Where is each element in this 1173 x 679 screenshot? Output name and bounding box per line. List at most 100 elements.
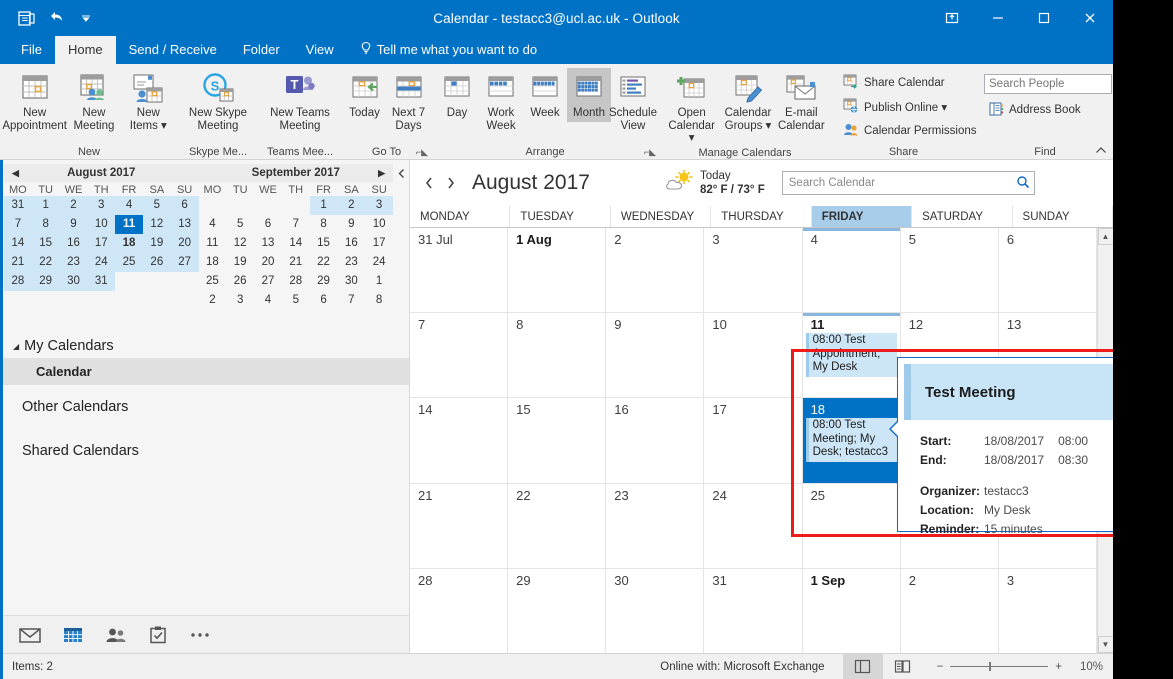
calendar-day-cell[interactable]: 10 [704, 313, 803, 398]
calendar-day-cell[interactable]: 21 [410, 483, 509, 568]
chevron-down-icon[interactable] [72, 5, 100, 31]
mini-calendar-day[interactable]: 5 [142, 196, 171, 215]
mini-calendar-day[interactable]: 20 [254, 253, 282, 272]
zoom-control[interactable]: − + 10% [923, 661, 1113, 673]
mini-calendar-day[interactable]: 8 [365, 291, 393, 310]
calendar-day-cell[interactable]: 28 [410, 568, 509, 654]
calendar-day-cell[interactable]: 22 [508, 483, 607, 568]
mini-calendar-day[interactable]: 4 [254, 291, 282, 310]
mini-calendar-day[interactable]: 2 [199, 291, 227, 310]
mini-calendar-day[interactable]: 21 [282, 253, 310, 272]
mini-calendar-day[interactable]: 29 [310, 272, 338, 291]
mini-calendar-august-grid[interactable]: 31 1 2 3 4 5 6 7 8 9 10 11 12 13 14 15 16 17 18 19 20 21 22 23 2… [4, 196, 199, 310]
publish-online-button[interactable]: Publish Online ▾ [839, 96, 951, 118]
mini-calendar-day[interactable]: 26 [142, 253, 171, 272]
scroll-up-icon[interactable]: ▲ [1097, 228, 1113, 245]
calendar-day-cell[interactable]: 25 [802, 483, 901, 568]
calendar-day-cell[interactable]: 29 [508, 568, 607, 654]
calendar-day-cell[interactable]: 2 [900, 568, 999, 654]
mini-calendar-day[interactable]: 27 [254, 272, 282, 291]
my-calendars-group[interactable]: ◢ My Calendars [0, 334, 409, 358]
mini-calendar-day[interactable]: 11 [199, 234, 227, 253]
people-icon[interactable] [105, 627, 127, 643]
page-title[interactable]: August 2017 [472, 171, 590, 195]
scroll-down-icon[interactable]: ▼ [1097, 636, 1113, 653]
mini-calendar-day[interactable]: 7 [4, 215, 32, 234]
calendar-icon[interactable] [63, 626, 83, 644]
email-calendar-button[interactable]: E-mail Calendar [776, 68, 827, 134]
mini-calendar-day[interactable]: 10 [365, 215, 393, 234]
previous-arrow-icon[interactable] [418, 170, 440, 196]
new-skype-meeting-button[interactable]: S New Skype Meeting [182, 68, 254, 134]
mini-calendar-day[interactable]: 15 [310, 234, 338, 253]
mini-calendar-day[interactable]: 31 [87, 272, 116, 291]
calendar-day-cell[interactable]: 14 [410, 398, 509, 483]
mini-calendar-day[interactable]: 18 [115, 234, 143, 253]
tab-view[interactable]: View [293, 36, 347, 64]
calendar-day-cell[interactable]: 15 [508, 398, 607, 483]
address-book-button[interactable]: Address Book [984, 99, 1085, 121]
mini-calendar-day[interactable]: 4 [199, 215, 227, 234]
calendar-appointment[interactable]: 08:00 Test Meeting; My Desk; testacc3 [805, 418, 897, 462]
mini-calendar-day[interactable]: 16 [337, 234, 365, 253]
calendar-day-cell[interactable]: 8 [508, 313, 607, 398]
mini-calendar-day[interactable]: 19 [226, 253, 254, 272]
mini-calendar-day[interactable]: 3 [87, 196, 116, 215]
tasks-icon[interactable] [149, 626, 167, 644]
schedule-view-button[interactable]: Schedule View [609, 68, 657, 134]
shared-calendars-group[interactable]: Shared Calendars [0, 429, 409, 473]
restore-window-icon[interactable] [929, 0, 975, 36]
mini-calendar-day[interactable]: 12 [226, 234, 254, 253]
other-calendars-group[interactable]: Other Calendars [0, 385, 409, 429]
mini-calendar-day[interactable]: 3 [226, 291, 254, 310]
goto-dialog-launcher[interactable]: ⌐◣ [416, 147, 428, 158]
mini-calendar-day[interactable]: 12 [142, 215, 171, 234]
mini-calendar-day[interactable]: 22 [310, 253, 338, 272]
open-calendar-button[interactable]: Open Calendar ▾ [663, 68, 720, 147]
calendar-permissions-button[interactable]: Calendar Permissions [839, 120, 981, 142]
mini-calendar-day[interactable]: 14 [4, 234, 32, 253]
calendar-day-cell[interactable]: 1 Aug [508, 228, 607, 313]
calendar-day-cell[interactable]: 24 [704, 483, 803, 568]
mini-calendar-day[interactable]: 3 [365, 196, 394, 215]
mini-calendar-day[interactable]: 30 [59, 272, 88, 291]
new-teams-meeting-button[interactable]: T New Teams Meeting [262, 68, 338, 134]
mini-calendar-day[interactable]: 1 [309, 196, 338, 215]
calendar-day-cell[interactable]: 6 [998, 228, 1097, 313]
mini-calendar-day[interactable]: 16 [59, 234, 88, 253]
new-items-button[interactable]: New Items ▾ [123, 68, 174, 134]
date-navigator-collapse-icon[interactable] [393, 164, 409, 310]
mini-calendar-day[interactable]: 29 [31, 272, 60, 291]
work-week-view-button[interactable]: Work Week [479, 68, 523, 134]
tell-me-box[interactable]: Tell me what you want to do [347, 36, 550, 64]
mini-calendar-day[interactable]: 1 [365, 272, 393, 291]
new-meeting-button[interactable]: New Meeting [65, 68, 122, 134]
next-7-days-button[interactable]: Next 7 Days [387, 68, 431, 134]
mini-calendar-day[interactable]: 17 [87, 234, 116, 253]
new-appointment-button[interactable]: New Appointment [2, 68, 67, 134]
zoom-out-button[interactable]: − [937, 661, 944, 673]
mini-calendar-day[interactable]: 6 [310, 291, 338, 310]
mini-calendar-day[interactable]: 4 [115, 196, 143, 215]
mini-calendar-day[interactable]: 14 [282, 234, 310, 253]
mini-calendar-day[interactable]: 23 [59, 253, 88, 272]
mini-calendar-day[interactable]: 2 [337, 196, 366, 215]
calendar-appointment[interactable]: 08:00 Test Appointment; My Desk [805, 333, 897, 377]
share-calendar-button[interactable]: Share Calendar [839, 72, 949, 94]
mini-calendar-day[interactable]: 15 [31, 234, 60, 253]
chevron-up-icon[interactable] [1095, 146, 1107, 158]
undo-icon[interactable] [42, 5, 70, 31]
mini-calendar-day[interactable]: 28 [4, 272, 32, 291]
mini-calendar-next-arrow[interactable]: ▶ [378, 168, 385, 179]
outlook-calendar-icon[interactable] [12, 5, 40, 31]
weather-widget[interactable]: Today 82° F / 73° F [664, 169, 765, 197]
zoom-slider-knob[interactable] [989, 662, 992, 671]
mini-calendar-day[interactable]: 31 [4, 196, 32, 215]
calendar-day-cell[interactable]: 4 [802, 228, 901, 313]
mini-calendar-day[interactable]: 25 [199, 272, 227, 291]
zoom-slider[interactable] [950, 662, 1049, 671]
mini-calendar-day[interactable]: 9 [337, 215, 365, 234]
mini-calendar-day[interactable]: 6 [254, 215, 282, 234]
mini-calendar-day[interactable]: 13 [254, 234, 282, 253]
mini-calendar-day[interactable]: 28 [282, 272, 310, 291]
